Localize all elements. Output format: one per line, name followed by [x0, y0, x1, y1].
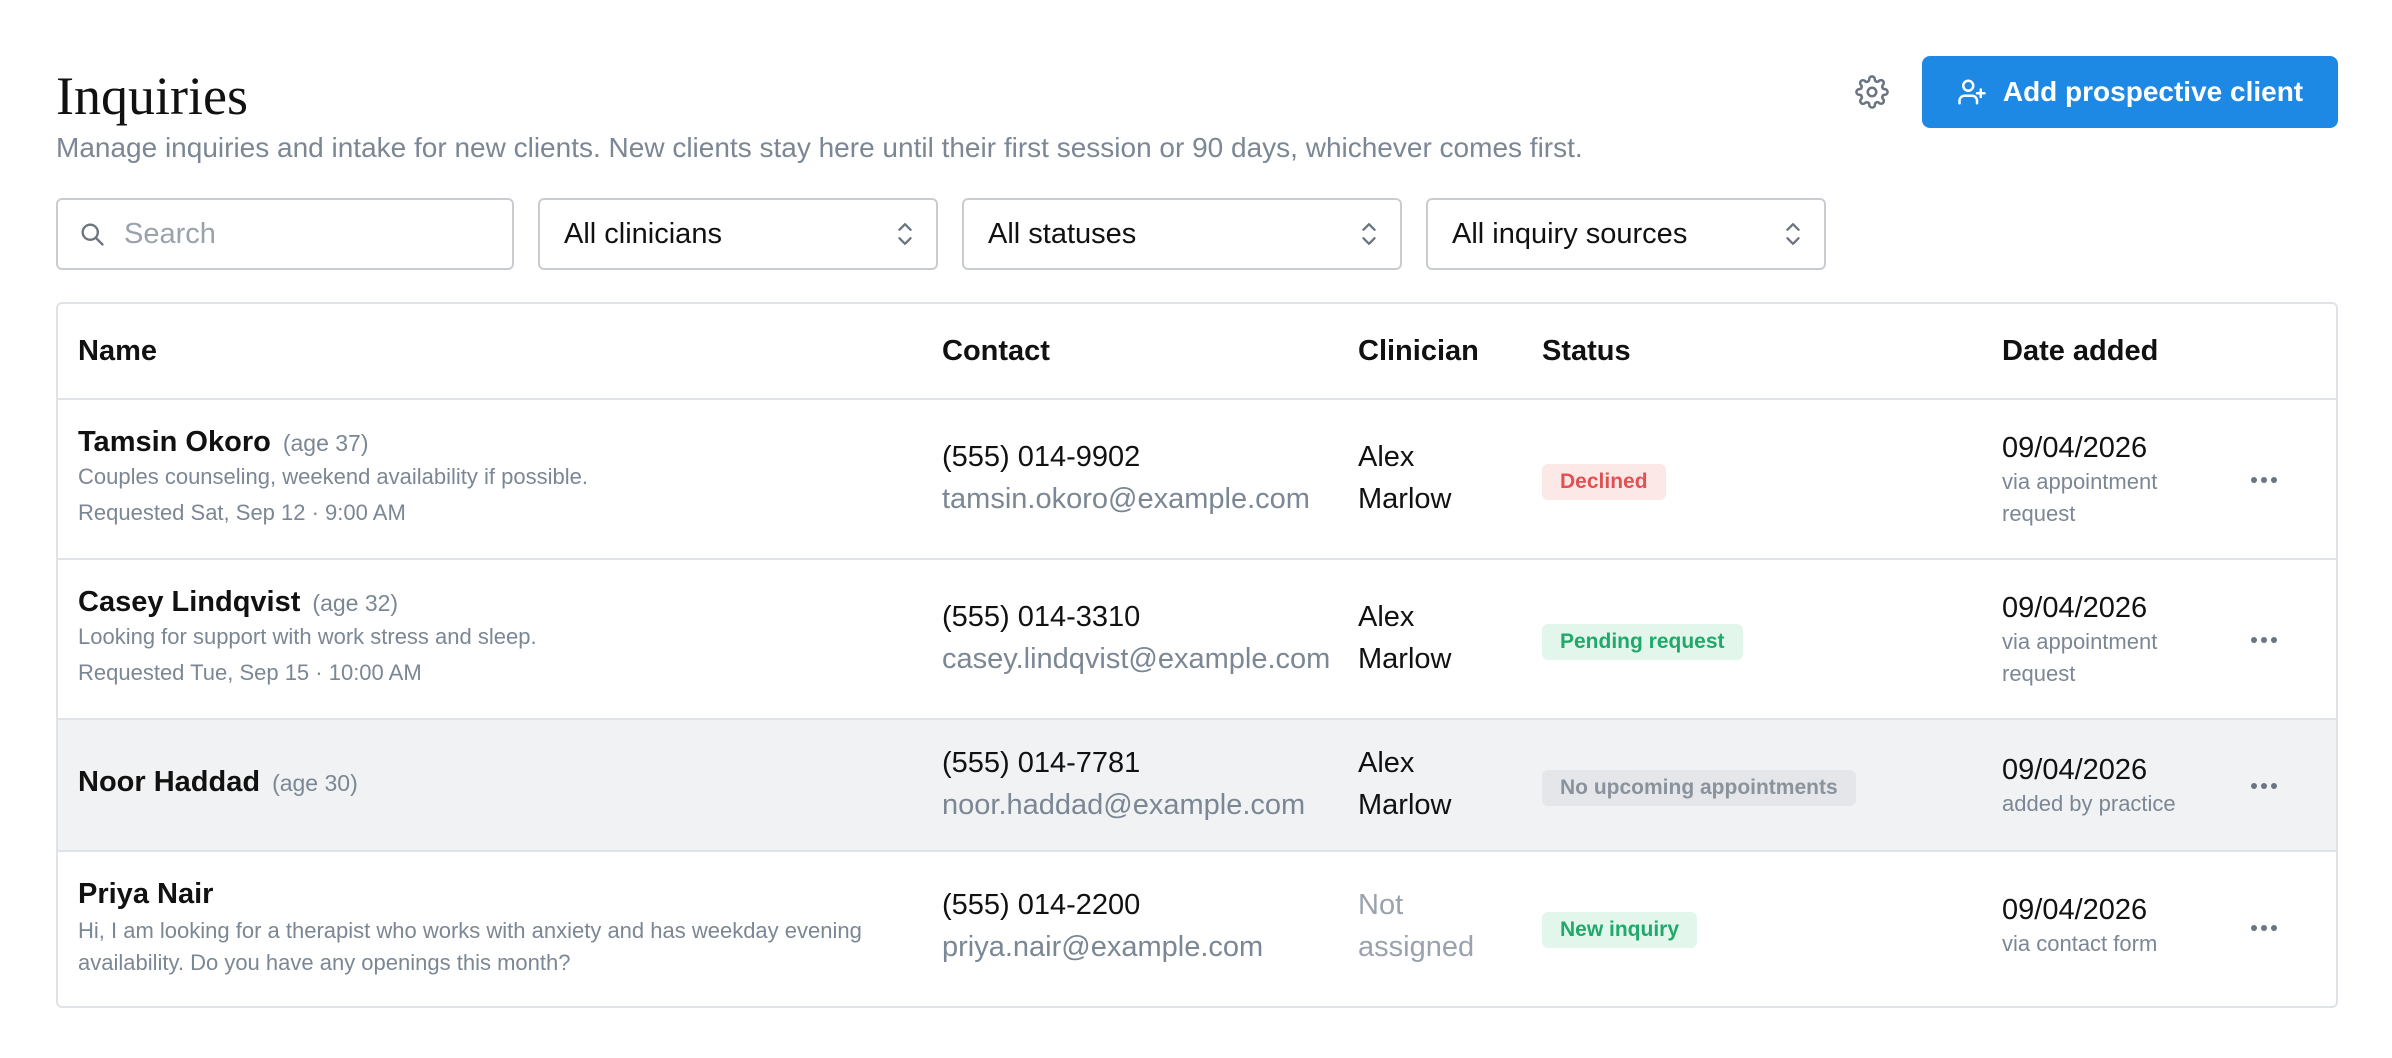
- add-user-icon: [1958, 79, 1986, 105]
- client-age: (age 32): [312, 590, 399, 616]
- phone: (555) 014-3310: [942, 601, 1141, 633]
- email: tamsin.okoro@example.com: [942, 483, 1310, 515]
- client-name[interactable]: Casey Lindqvist: [78, 586, 300, 619]
- status-select-value: All statuses: [988, 217, 1137, 250]
- status-select[interactable]: All statuses: [962, 198, 1402, 270]
- contact-cell: (555) 014-3310 casey.lindqvist@example.c…: [942, 596, 1330, 680]
- client-name[interactable]: Tamsin Okoro: [78, 426, 271, 459]
- status-badge: Pending request: [1542, 624, 1743, 660]
- phone: (555) 014-7781: [942, 747, 1141, 779]
- row-actions-button[interactable]: [2244, 620, 2284, 660]
- contact-cell: (555) 014-9902 tamsin.okoro@example.com: [942, 436, 1310, 520]
- gear-icon: [1855, 75, 1889, 109]
- more-icon: [2251, 637, 2277, 643]
- email: noor.haddad@example.com: [942, 789, 1306, 821]
- column-header-name[interactable]: Name: [78, 304, 157, 398]
- row-actions-button[interactable]: [2244, 766, 2284, 806]
- column-header-date-added[interactable]: Date added: [2002, 304, 2158, 398]
- page-header: Inquiries Manage inquiries and intake fo…: [56, 56, 2338, 166]
- phone: (555) 014-2200: [942, 889, 1141, 921]
- email: casey.lindqvist@example.com: [942, 643, 1331, 675]
- client-name[interactable]: Priya Nair: [78, 878, 213, 911]
- source-select-value: All inquiry sources: [1452, 217, 1688, 250]
- phone: (555) 014-9902: [942, 441, 1141, 473]
- name-cell: Noor Haddad (age 30): [78, 766, 918, 799]
- column-header-contact[interactable]: Contact: [942, 304, 1050, 398]
- page-subtitle: Manage inquiries and intake for new clie…: [56, 132, 1583, 163]
- date-added: 09/04/2026: [2002, 894, 2148, 926]
- more-icon: [2251, 783, 2277, 789]
- status-cell: No upcoming appointments: [1542, 770, 1856, 806]
- row-actions-button[interactable]: [2244, 460, 2284, 500]
- add-prospective-client-button[interactable]: Add prospective client: [1922, 56, 2338, 128]
- date-cell: 09/04/2026 via appointment request: [2002, 430, 2202, 530]
- more-icon: [2251, 925, 2277, 931]
- table-row[interactable]: Tamsin Okoro (age 37) Couples counseling…: [58, 400, 2336, 560]
- status-badge: New inquiry: [1542, 912, 1698, 948]
- clinician-select[interactable]: All clinicians: [538, 198, 938, 270]
- requested-time: Requested Sat, Sep 12 · 9:00 AM: [78, 500, 406, 525]
- email: priya.nair@example.com: [942, 931, 1264, 963]
- more-icon: [2251, 477, 2277, 483]
- name-cell: Priya Nair Hi, I am looking for a therap…: [78, 878, 918, 979]
- inquiry-note: Looking for support with work stress and…: [78, 624, 537, 649]
- clinician-select-value: All clinicians: [564, 217, 722, 250]
- name-cell: Tamsin Okoro (age 37) Couples counseling…: [78, 426, 918, 529]
- table-row[interactable]: Casey Lindqvist (age 32) Looking for sup…: [58, 560, 2336, 720]
- table-header: Name Contact Clinician Status Date added: [58, 304, 2336, 400]
- date-added: 09/04/2026: [2002, 592, 2148, 624]
- requested-time: Requested Tue, Sep 15 · 10:00 AM: [78, 660, 422, 685]
- name-cell: Casey Lindqvist (age 32) Looking for sup…: [78, 586, 918, 689]
- page-title: Inquiries: [56, 66, 248, 126]
- column-header-clinician[interactable]: Clinician: [1358, 304, 1479, 398]
- inquiry-source: via appointment request: [2002, 469, 2158, 526]
- inquiry-source-select[interactable]: All inquiry sources: [1426, 198, 1826, 270]
- client-age: (age 37): [282, 430, 369, 456]
- table-row[interactable]: Priya Nair Hi, I am looking for a therap…: [58, 852, 2336, 1006]
- date-cell: 09/04/2026 via appointment request: [2002, 590, 2202, 690]
- status-cell: Declined: [1542, 464, 1666, 500]
- contact-cell: (555) 014-2200 priya.nair@example.com: [942, 884, 1263, 968]
- chevron-updown-icon: [898, 223, 912, 245]
- inquiries-table: Name Contact Clinician Status Date added…: [56, 302, 2338, 1008]
- inquiry-source: via contact form: [2002, 931, 2158, 956]
- search-input[interactable]: Search: [56, 198, 514, 270]
- status-badge: No upcoming appointments: [1542, 770, 1856, 806]
- contact-cell: (555) 014-7781 noor.haddad@example.com: [942, 742, 1305, 826]
- table-row[interactable]: Noor Haddad (age 30) (555) 014-7781 noor…: [58, 720, 2336, 852]
- inquiry-source: added by practice: [2002, 791, 2176, 816]
- add-button-label: Add prospective client: [2002, 76, 2304, 107]
- clinician: Alex Marlow: [1358, 747, 1452, 821]
- client-age: (age 30): [272, 770, 358, 796]
- chevron-updown-icon: [1362, 223, 1376, 245]
- status-cell: Pending request: [1542, 624, 1743, 660]
- row-actions-button[interactable]: [2244, 908, 2284, 948]
- inquiry-note: Couples counseling, weekend availability…: [78, 464, 588, 489]
- clinician: Not assigned: [1358, 889, 1475, 963]
- date-added: 09/04/2026: [2002, 754, 2148, 786]
- clinician: Alex Marlow: [1358, 601, 1452, 675]
- search-placeholder: Search: [124, 217, 216, 250]
- date-cell: 09/04/2026 via contact form: [2002, 892, 2202, 960]
- column-header-status[interactable]: Status: [1542, 304, 1631, 398]
- date-added: 09/04/2026: [2002, 432, 2148, 464]
- date-cell: 09/04/2026 added by practice: [2002, 752, 2202, 820]
- inquiry-note: Hi, I am looking for a therapist who wor…: [78, 918, 862, 975]
- client-name[interactable]: Noor Haddad: [78, 766, 260, 799]
- status-cell: New inquiry: [1542, 912, 1698, 948]
- clinician: Alex Marlow: [1358, 441, 1452, 515]
- search-icon: [81, 223, 104, 246]
- inquiry-source: via appointment request: [2002, 629, 2158, 686]
- filter-bar: Search All clinicians All statuses All i…: [56, 198, 1856, 270]
- chevron-updown-icon: [1786, 223, 1800, 245]
- settings-button[interactable]: [1842, 62, 1902, 122]
- status-badge: Declined: [1542, 464, 1666, 500]
